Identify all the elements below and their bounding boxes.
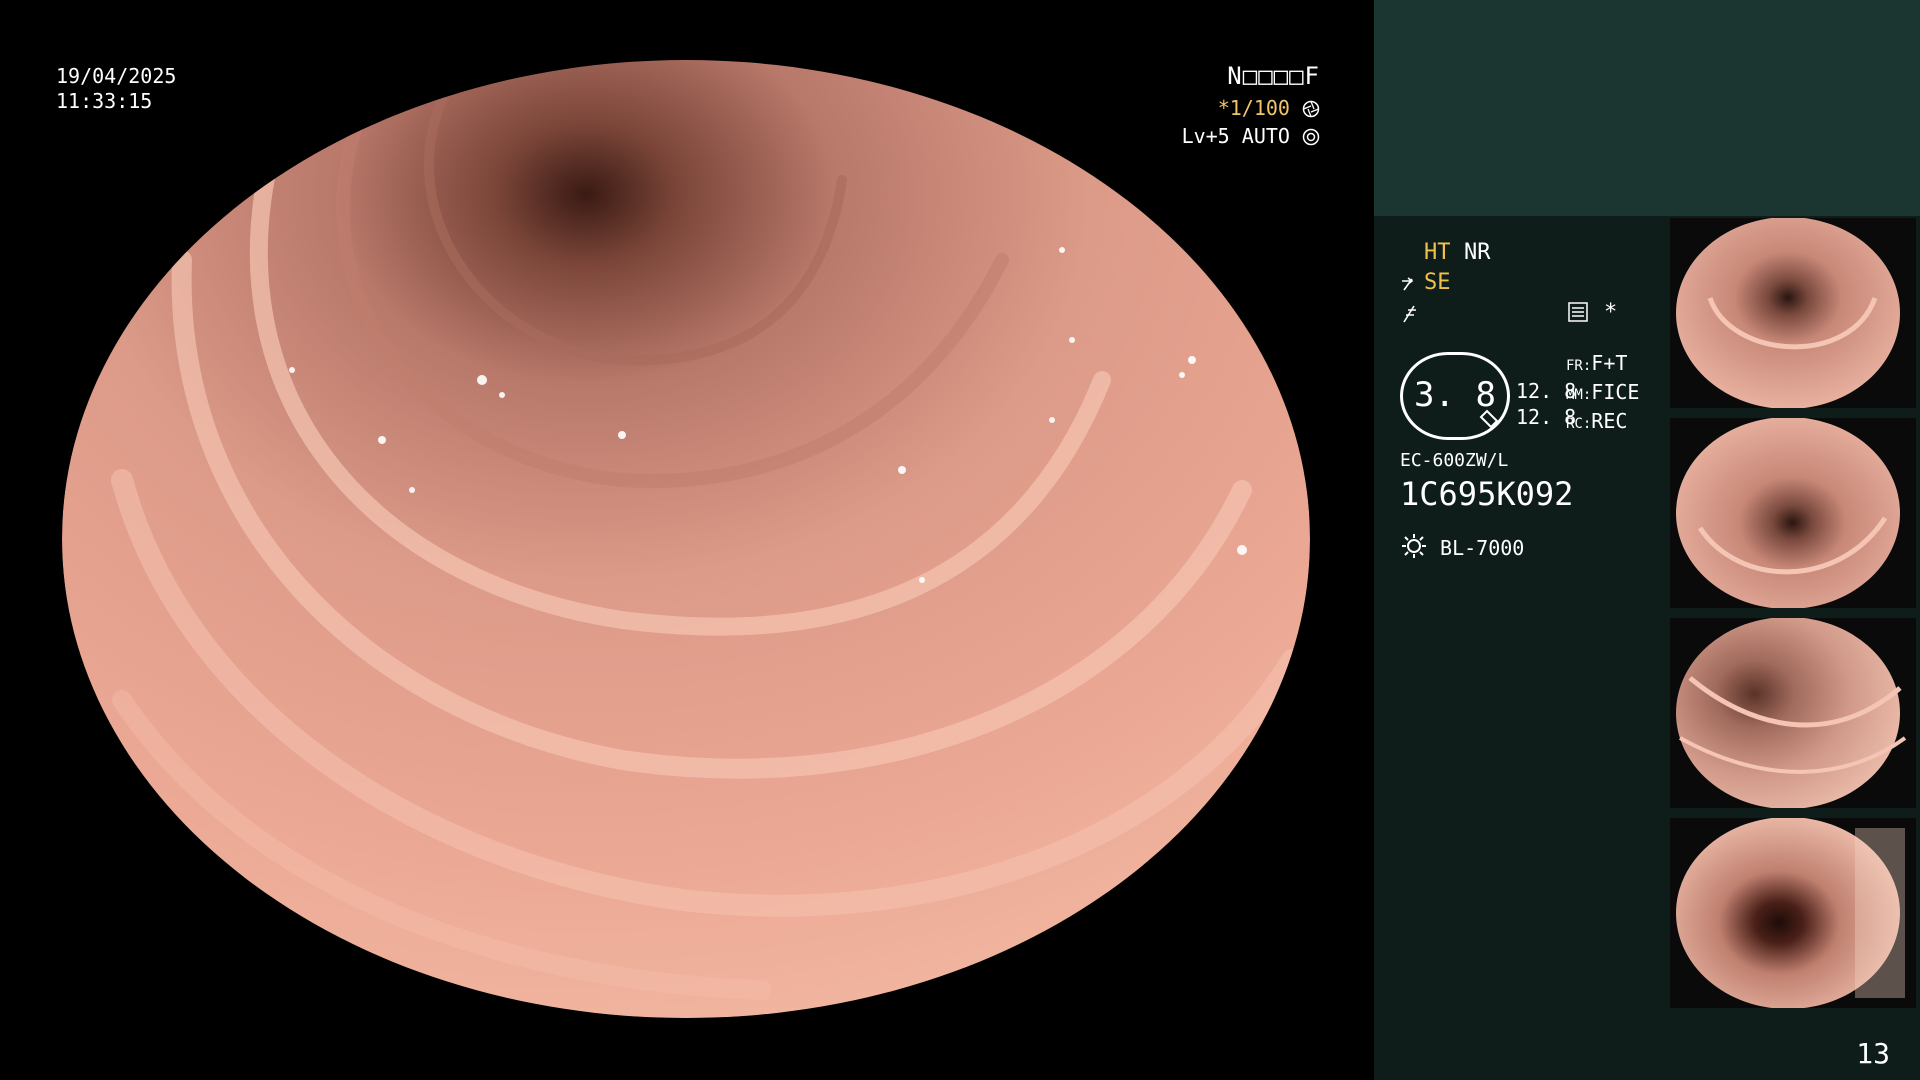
colon-lumen-picture [62,60,1310,1018]
mm-row: MM:FICE [1566,379,1639,408]
shutter-speed-row: *1/100 [1182,96,1320,124]
endoscopy-image [62,60,1310,1018]
light-source-row: BL-7000 [1400,532,1524,565]
nr-label: NR [1464,240,1491,265]
datetime-overlay: 19/04/2025 11:33:15 [56,64,176,114]
mm-label: MM: [1566,387,1592,403]
endoscope-live-view: 19/04/2025 11:33:15 N□□□□F *1/100 Lv+5 A… [0,0,1374,1080]
rc-value: REC [1591,409,1628,433]
enhance-icon [1400,274,1424,299]
time-text: 11:33:15 [56,89,153,113]
rc-label: RC: [1566,416,1592,432]
rc-row: RC:REC [1566,408,1639,437]
shutter-speed: *1/100 [1217,96,1290,120]
scope-serial: 1C695K092 [1400,475,1574,513]
side-panel: HT NR SE * 3. 8 12. 8 12. 8 FR:F+T MM:FI… [1374,0,1920,1080]
processor-info: HT NR SE * [1400,240,1660,330]
freeze-row: * [1400,300,1660,330]
thumbnail-4[interactable] [1670,818,1916,1008]
magnifier-icon [1477,405,1501,433]
se-row: SE [1400,270,1660,300]
side-panel-header-area [1374,0,1920,216]
patient-code: N□□□□F [1227,62,1320,90]
zoom-value-box: 3. 8 [1400,352,1510,440]
fr-value: F+T [1591,351,1628,375]
mode-settings: FR:F+T MM:FICE RC:REC [1566,350,1639,437]
light-source: BL-7000 [1440,536,1525,560]
asterisk-mark: * [1604,300,1618,325]
level-row: Lv+5 AUTO [1182,124,1320,152]
ht-label: HT [1424,240,1451,265]
se-label: SE [1424,270,1451,295]
fr-row: FR:F+T [1566,350,1639,379]
ht-nr-row: HT NR [1400,240,1660,270]
lamp-icon [1400,532,1428,565]
thumbnail-3[interactable] [1670,618,1916,808]
iris-icon [1302,127,1320,146]
scope-model: EC-600ZW/L [1400,450,1509,471]
iris-mode: AUTO [1241,124,1290,148]
capture-status-overlay: N□□□□F *1/100 Lv+5 AUTO [1182,62,1320,152]
mm-value: FICE [1591,380,1640,404]
date-text: 19/04/2025 [56,64,177,88]
page-number: 13 [1856,1037,1890,1070]
captured-thumbnails [1670,218,1916,1018]
aperture-icon [1302,99,1320,118]
fr-label: FR: [1566,358,1592,374]
thumbnail-1[interactable] [1670,218,1916,408]
thumbnail-2[interactable] [1670,418,1916,608]
brightness-level: Lv+5 [1181,124,1230,148]
freeze-icon [1400,304,1420,330]
settings-list-icon [1568,302,1588,328]
